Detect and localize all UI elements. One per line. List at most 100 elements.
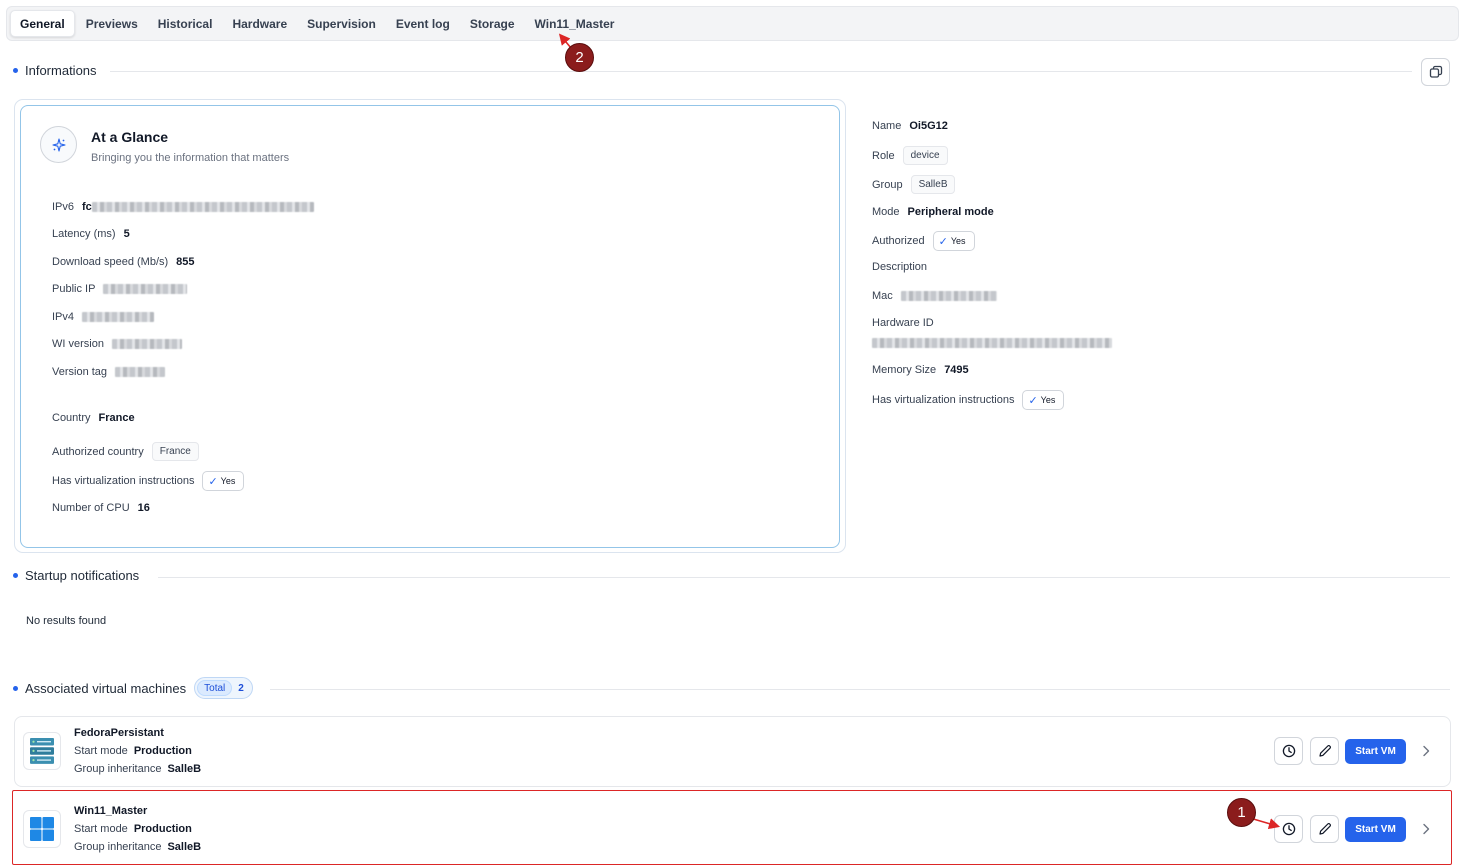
mac-row: Mac bbox=[872, 290, 997, 302]
chevron-right-icon[interactable] bbox=[1420, 822, 1432, 836]
informations-title: Informations bbox=[25, 63, 97, 78]
authorized-country-chip: France bbox=[151, 442, 199, 461]
authorized-country-label: Authorized country bbox=[52, 445, 144, 458]
group-chip: SalleB bbox=[910, 175, 956, 194]
group-row: Group SalleB bbox=[872, 175, 956, 194]
vm-group-label: Group inheritance bbox=[74, 763, 162, 775]
vm-name: FedoraPersistant bbox=[74, 727, 164, 739]
mac-label: Mac bbox=[872, 290, 893, 302]
vm-row[interactable] bbox=[14, 716, 1451, 787]
copy-button[interactable] bbox=[1421, 58, 1450, 86]
copy-icon bbox=[1429, 65, 1442, 78]
country-label: Country bbox=[52, 412, 91, 424]
ipv6-label: IPv6 bbox=[52, 201, 75, 213]
memory-value: 7495 bbox=[944, 364, 969, 376]
vm-total-count: 2 bbox=[238, 682, 244, 694]
device-virtualization-row: Has virtualization instructions ✓ Yes bbox=[872, 390, 1065, 410]
hardware-id-row: Hardware ID bbox=[872, 317, 942, 329]
vm-group-value: SalleB bbox=[167, 841, 202, 853]
device-name-label: Name bbox=[872, 120, 902, 132]
device-virtualization-badge: ✓ Yes bbox=[1022, 390, 1065, 410]
start-vm-button[interactable]: Start VM bbox=[1345, 817, 1406, 842]
schedule-button[interactable] bbox=[1274, 737, 1303, 765]
vm-group: Group inheritance SalleB bbox=[74, 841, 201, 853]
version-tag-redacted bbox=[115, 367, 166, 377]
vm-total-label: Total bbox=[197, 680, 233, 696]
vms-header: Associated virtual machines Total 2 bbox=[13, 677, 253, 699]
glance-virtualization-label: Has virtualization instructions bbox=[52, 475, 195, 487]
wi-version-label: WI version bbox=[52, 338, 104, 350]
role-chip: device bbox=[902, 146, 948, 165]
vm-start-mode-label: Start mode bbox=[74, 823, 128, 835]
glance-virtualization-value: Yes bbox=[220, 476, 236, 486]
role-row: Role device bbox=[872, 146, 948, 165]
download-label: Download speed (Mb/s) bbox=[52, 256, 169, 268]
ipv4-row: IPv4 bbox=[52, 311, 155, 323]
tab-general[interactable]: General bbox=[10, 10, 75, 37]
windows-icon bbox=[23, 810, 61, 848]
section-dot bbox=[13, 685, 18, 691]
glance-virtualization-row: Has virtualization instructions ✓ Yes bbox=[52, 471, 245, 491]
vms-title: Associated virtual machines bbox=[25, 680, 187, 696]
vm-group-value: SalleB bbox=[167, 763, 202, 775]
divider bbox=[110, 71, 1412, 72]
hardware-id-redacted bbox=[872, 338, 1112, 348]
tab-historical[interactable]: Historical bbox=[149, 10, 222, 37]
authorized-row: Authorized ✓ Yes bbox=[872, 231, 975, 251]
mode-label: Mode bbox=[872, 206, 900, 218]
vm-group: Group inheritance SalleB bbox=[74, 763, 201, 775]
ipv4-label: IPv4 bbox=[52, 311, 75, 323]
edit-button[interactable] bbox=[1310, 737, 1339, 765]
vm-total-pill: Total 2 bbox=[194, 677, 253, 699]
description-label: Description bbox=[872, 261, 928, 273]
authorized-value: Yes bbox=[950, 236, 966, 246]
country-row: Country France bbox=[52, 412, 135, 424]
latency-label: Latency (ms) bbox=[52, 228, 116, 240]
divider bbox=[270, 689, 1450, 690]
schedule-button[interactable] bbox=[1274, 815, 1303, 843]
latency-row: Latency (ms) 5 bbox=[52, 228, 130, 240]
tab-event-log[interactable]: Event log bbox=[387, 10, 459, 37]
tab-win11-master[interactable]: Win11_Master bbox=[526, 10, 624, 37]
check-icon: ✓ bbox=[208, 475, 218, 488]
pencil-icon bbox=[1318, 744, 1331, 757]
annotation-badge-2: 2 bbox=[565, 43, 594, 72]
vm-start-mode-label: Start mode bbox=[74, 745, 128, 757]
public-ip-redacted bbox=[103, 284, 188, 294]
memory-label: Memory Size bbox=[872, 364, 937, 376]
device-virtualization-label: Has virtualization instructions bbox=[872, 394, 1015, 406]
tab-storage[interactable]: Storage bbox=[461, 10, 524, 37]
description-row: Description bbox=[872, 261, 935, 273]
chevron-right-icon[interactable] bbox=[1420, 744, 1432, 758]
device-virtualization-value: Yes bbox=[1040, 395, 1056, 405]
hardware-id-label: Hardware ID bbox=[872, 317, 934, 329]
start-vm-button[interactable]: Start VM bbox=[1345, 739, 1406, 764]
tab-supervision[interactable]: Supervision bbox=[298, 10, 385, 37]
sparkle-icon bbox=[40, 126, 77, 163]
authorized-badge: ✓ Yes bbox=[932, 231, 975, 251]
tab-previews[interactable]: Previews bbox=[77, 10, 147, 37]
divider bbox=[158, 577, 1450, 578]
authorized-country-row: Authorized country France bbox=[52, 442, 199, 461]
ipv6-row: IPv6 fc bbox=[52, 201, 314, 213]
vm-start-mode: Start mode Production bbox=[74, 745, 192, 757]
role-label: Role bbox=[872, 149, 895, 162]
mac-redacted bbox=[900, 291, 997, 301]
no-results-text: No results found bbox=[26, 615, 107, 627]
vm-start-mode-value: Production bbox=[133, 823, 192, 835]
version-tag-row: Version tag bbox=[52, 366, 166, 378]
cpu-value: 16 bbox=[137, 502, 150, 514]
mode-value: Peripheral mode bbox=[907, 206, 994, 218]
pencil-icon bbox=[1318, 822, 1331, 835]
vm-start-mode-value: Production bbox=[133, 745, 192, 757]
wi-version-redacted bbox=[111, 339, 182, 349]
download-value: 855 bbox=[176, 256, 195, 268]
tab-hardware[interactable]: Hardware bbox=[223, 10, 296, 37]
cpu-row: Number of CPU 16 bbox=[52, 502, 150, 514]
hardware-id-value-row bbox=[872, 338, 1112, 348]
vm-start-mode: Start mode Production bbox=[74, 823, 192, 835]
latency-value: 5 bbox=[123, 228, 130, 240]
edit-button[interactable] bbox=[1310, 815, 1339, 843]
startup-title: Startup notifications bbox=[25, 568, 140, 583]
ipv6-redacted bbox=[91, 202, 314, 212]
